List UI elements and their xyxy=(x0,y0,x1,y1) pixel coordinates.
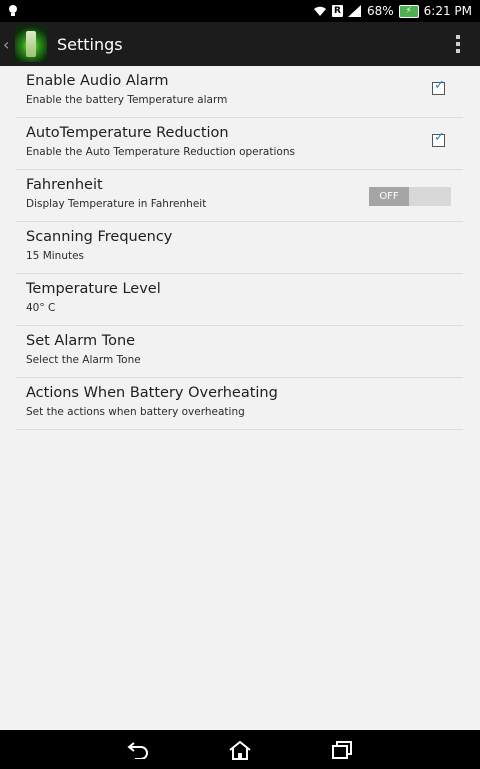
clock: 6:21 PM xyxy=(423,4,472,18)
toggle-knob: OFF xyxy=(369,187,409,206)
back-icon[interactable] xyxy=(108,730,168,769)
signal-icon xyxy=(347,5,362,17)
wifi-icon xyxy=(313,6,327,17)
fahrenheit-toggle[interactable]: OFF xyxy=(369,187,451,206)
page-title: Settings xyxy=(57,34,123,54)
home-icon[interactable] xyxy=(210,730,270,769)
app-icon[interactable] xyxy=(15,26,47,62)
notification-lightbulb-icon xyxy=(8,4,18,18)
setting-enable-audio-alarm[interactable]: Enable Audio Alarm Enable the battery Te… xyxy=(16,66,463,118)
setting-scanning-frequency[interactable]: Scanning Frequency 15 Minutes xyxy=(16,222,463,274)
navigation-bar xyxy=(0,730,480,769)
checkmark-icon: ✓ xyxy=(434,130,445,145)
setting-title: Set Alarm Tone xyxy=(26,333,136,349)
setting-summary: Select the Alarm Tone xyxy=(26,354,141,366)
setting-summary: Display Temperature in Fahrenheit xyxy=(26,198,207,210)
action-bar: ‹ Settings xyxy=(0,22,480,66)
setting-summary: 40° C xyxy=(26,302,56,314)
setting-summary: 15 Minutes xyxy=(26,250,85,262)
status-bar: R 68% ⚡ 6:21 PM xyxy=(0,0,480,22)
setting-title: Fahrenheit xyxy=(26,177,103,193)
battery-percent: 68% xyxy=(366,4,394,18)
setting-title: Temperature Level xyxy=(26,281,161,297)
recent-apps-icon[interactable] xyxy=(312,730,372,769)
battery-charging-icon: ⚡ xyxy=(398,4,419,18)
setting-summary: Set the actions when battery overheating xyxy=(26,406,245,418)
checkmark-icon: ✓ xyxy=(434,78,445,93)
setting-temperature-level[interactable]: Temperature Level 40° C xyxy=(16,274,463,326)
overflow-menu-icon[interactable] xyxy=(456,35,460,53)
audio-alarm-checkbox[interactable]: ✓ xyxy=(432,78,445,95)
setting-title: AutoTemperature Reduction xyxy=(26,125,229,141)
auto-temp-reduction-checkbox[interactable]: ✓ xyxy=(432,130,445,147)
sim-badge: R xyxy=(331,5,343,17)
setting-title: Enable Audio Alarm xyxy=(26,73,169,89)
setting-summary: Enable the Auto Temperature Reduction op… xyxy=(26,146,295,158)
setting-auto-temperature-reduction[interactable]: AutoTemperature Reduction Enable the Aut… xyxy=(16,118,463,170)
setting-title: Scanning Frequency xyxy=(26,229,173,245)
setting-title: Actions When Battery Overheating xyxy=(26,385,278,401)
setting-summary: Enable the battery Temperature alarm xyxy=(26,94,228,106)
setting-fahrenheit[interactable]: Fahrenheit Display Temperature in Fahren… xyxy=(16,170,463,222)
settings-list: Enable Audio Alarm Enable the battery Te… xyxy=(16,66,463,430)
up-chevron-icon[interactable]: ‹ xyxy=(3,35,13,54)
setting-overheating-actions[interactable]: Actions When Battery Overheating Set the… xyxy=(16,378,463,430)
setting-alarm-tone[interactable]: Set Alarm Tone Select the Alarm Tone xyxy=(16,326,463,378)
